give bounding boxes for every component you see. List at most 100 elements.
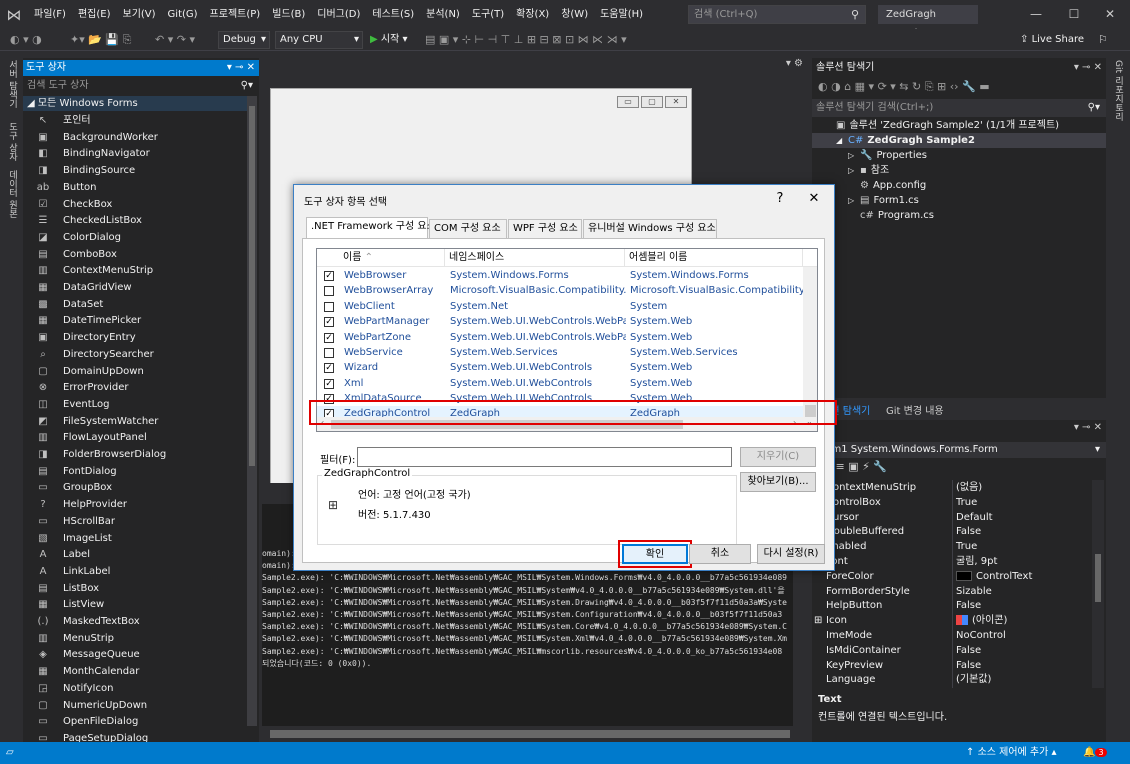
reset-button[interactable]: 다시 설정(R) [757,544,825,564]
toolbox-item[interactable]: ▦ DateTimePicker [35,312,249,329]
property-value[interactable]: True [956,495,977,510]
toolbox-pin-icon[interactable]: ▾ ⊸ ✕ [227,60,255,76]
toolbox-item[interactable]: ⊗ ErrorProvider [35,379,249,396]
toolbox-item[interactable]: ▣ DirectoryEntry [35,329,249,346]
toolbox-item[interactable]: A Label [35,546,249,563]
properties-toolbar-icons[interactable]: ⁞≡ ▣ ⚡ 🔧 [832,460,887,473]
panel-pin-icon[interactable]: ▾ ⊸ ✕ [1074,60,1102,76]
tab-git-changes[interactable]: Git 변경 내용 [886,402,944,417]
row-checkbox[interactable]: ✓ [324,332,334,343]
toolbox-item[interactable]: ▤ ComboBox [35,246,249,263]
menu-item[interactable]: 테스트(S) [366,0,420,29]
toolbox-item[interactable]: ↖ 포인터 [35,112,249,129]
toolbox-item[interactable]: ▢ NumericUpDown [35,697,249,714]
toolbox-item[interactable]: ▭ HScrollBar [35,513,249,530]
dialog-help-button[interactable]: ? [768,189,792,209]
row-checkbox[interactable]: ✓ [324,317,334,328]
tab-universal-windows[interactable]: 유니버설 Windows 구성 요소 [583,219,717,238]
browse-button[interactable]: 찾아보기(B)... [740,472,816,492]
menu-item[interactable]: 디버그(D) [311,0,366,29]
filter-input[interactable] [357,447,732,467]
list-row[interactable]: ✓ Xml System.Web.UI.WebControls System.Web [317,376,817,391]
tab-com[interactable]: COM 구성 요소 [429,219,507,238]
toolbox-item[interactable]: ◲ NotifyIcon [35,680,249,697]
toolbox-scroll-thumb[interactable] [249,106,255,466]
list-row[interactable]: ✓ WebPartZone System.Web.UI.WebControls.We… [317,330,817,345]
column-name[interactable]: 이름 ⌃ [317,249,445,267]
toolbox-item[interactable]: ▭ OpenFileDialog [35,713,249,730]
property-value[interactable]: (아이콘) [956,613,1007,628]
property-value[interactable]: 굴림, 9pt [956,554,997,569]
new-project-icon[interactable]: ✦▾ 📂 💾 ⎘ [70,33,131,47]
toolbox-item[interactable]: ◨ FolderBrowserDialog [35,446,249,463]
property-value[interactable]: (없음) [956,480,982,495]
row-checkbox[interactable] [324,301,334,312]
tab-data-sources[interactable]: 데이터 원본 [5,170,19,218]
row-checkbox[interactable] [324,348,334,358]
toolbox-item[interactable]: ◩ FileSystemWatcher [35,413,249,430]
property-value[interactable]: ControlText [956,569,1032,584]
menu-item[interactable]: 도움말(H) [594,0,649,29]
tab-git-repository[interactable]: Git 리포지토리 [1111,60,1125,121]
toolbox-item[interactable]: ◫ EventLog [35,396,249,413]
output-horizontal-scrollbar[interactable] [262,726,807,742]
toolbox-item[interactable]: ▩ DataSet [35,296,249,313]
tree-item[interactable]: ▷ ▪ 참조 [812,163,1106,178]
property-value[interactable]: False [956,524,981,539]
toolbox-item[interactable]: ▭ GroupBox [35,479,249,496]
property-value[interactable]: False [956,598,981,613]
toolbox-search-input[interactable]: 검색 도구 상자 ⚲▾ [23,77,259,94]
list-row[interactable]: WebBrowserArray Microsoft.VisualBasic.Com… [317,283,817,298]
toolbox-item[interactable]: ▦ ListView [35,596,249,613]
clear-button[interactable]: 지우기(C) [740,447,816,467]
tree-item[interactable]: ▣ 솔루션 'ZedGragh Sample2' (1/1개 프로젝트) [812,118,1106,133]
tree-item[interactable]: ◢ C# ZedGragh Sample2 [812,133,1106,148]
layout-toolbar-icons[interactable]: ▤ ▣ ▾ ⊹ ⊢ ⊣ ⊤ ⊥ ⊞ ⊟ ⊠ ⊡ ⋈ ⋉ ⋊ ▾ [425,33,770,47]
menu-item[interactable]: 창(W) [555,0,594,29]
platform-select[interactable]: Any CPU ▾ [275,31,363,49]
toolbox-item[interactable]: ▤ ListBox [35,580,249,597]
maximize-button[interactable]: ☐ [1060,4,1088,24]
toolbox-item[interactable]: ▢ DomainUpDown [35,363,249,380]
solution-explorer-search-input[interactable]: 솔루션 탐색기 검색(Ctrl+;) ⚲▾ [812,99,1106,117]
tab-net-framework[interactable]: .NET Framework 구성 요소 [306,217,436,239]
toolbox-item[interactable]: ab Button [35,179,249,196]
toolbox-item[interactable]: ☰ CheckedListBox [35,212,249,229]
tab-wpf[interactable]: WPF 구성 요소 [508,219,582,238]
row-checkbox[interactable]: ✓ [324,271,334,281]
menu-item[interactable]: 도구(T) [466,0,510,29]
list-row[interactable]: ✓ Wizard System.Web.UI.WebControls System.W… [317,360,817,375]
row-checkbox[interactable] [324,286,334,297]
start-button[interactable]: ▶ 시작 ▾ [370,32,408,48]
toolbox-item[interactable]: (.) MaskedTextBox [35,613,249,630]
toolbox-item[interactable]: ▥ MenuStrip [35,630,249,647]
column-assembly[interactable]: 어셈블리 이름 [625,249,803,267]
properties-scrollbar[interactable] [1092,480,1104,688]
row-checkbox[interactable]: ✓ [324,363,334,374]
expand-icon[interactable]: ⊞ [814,613,822,628]
menu-item[interactable]: 프로젝트(P) [204,0,267,29]
notification-icon[interactable]: 🔔 3 [1083,742,1107,764]
toolbox-item[interactable]: ▣ BackgroundWorker [35,129,249,146]
properties-object-select[interactable]: Form1 System.Windows.Forms.Form ▾ [812,442,1106,458]
cancel-button[interactable]: 취소 [689,544,751,564]
source-control-button[interactable]: ↑ 소스 제어에 추가 ▴ [966,742,1057,764]
property-value[interactable]: True [956,539,977,554]
menu-item[interactable]: 편집(E) [72,0,117,29]
menu-item[interactable]: 보기(V) [117,0,162,29]
list-row[interactable]: ✓ WebPartManager System.Web.UI.WebControls… [317,314,817,329]
menu-item[interactable]: 빌드(B) [266,0,311,29]
editor-options-icon[interactable]: ▾ ⚙ [786,58,803,69]
menu-item[interactable]: 확장(X) [510,0,555,29]
close-window-button[interactable]: ✕ [1096,4,1124,24]
tree-item[interactable]: c# Program.cs [812,208,1106,223]
toolbox-item[interactable]: ▦ DataGridView [35,279,249,296]
panel-pin-icon[interactable]: ▾ ⊸ ✕ [1074,422,1102,433]
property-value[interactable]: Default [956,510,993,525]
column-namespace[interactable]: 네임스페이스 [445,249,625,267]
tree-item[interactable]: ▷ 🔧 Properties [812,148,1106,163]
minimize-button[interactable]: — [1022,4,1050,24]
tab-server-explorer[interactable]: 서버 탐색기 [5,60,19,108]
property-value[interactable]: NoControl [956,628,1006,643]
property-value[interactable]: Sizable [956,584,992,599]
